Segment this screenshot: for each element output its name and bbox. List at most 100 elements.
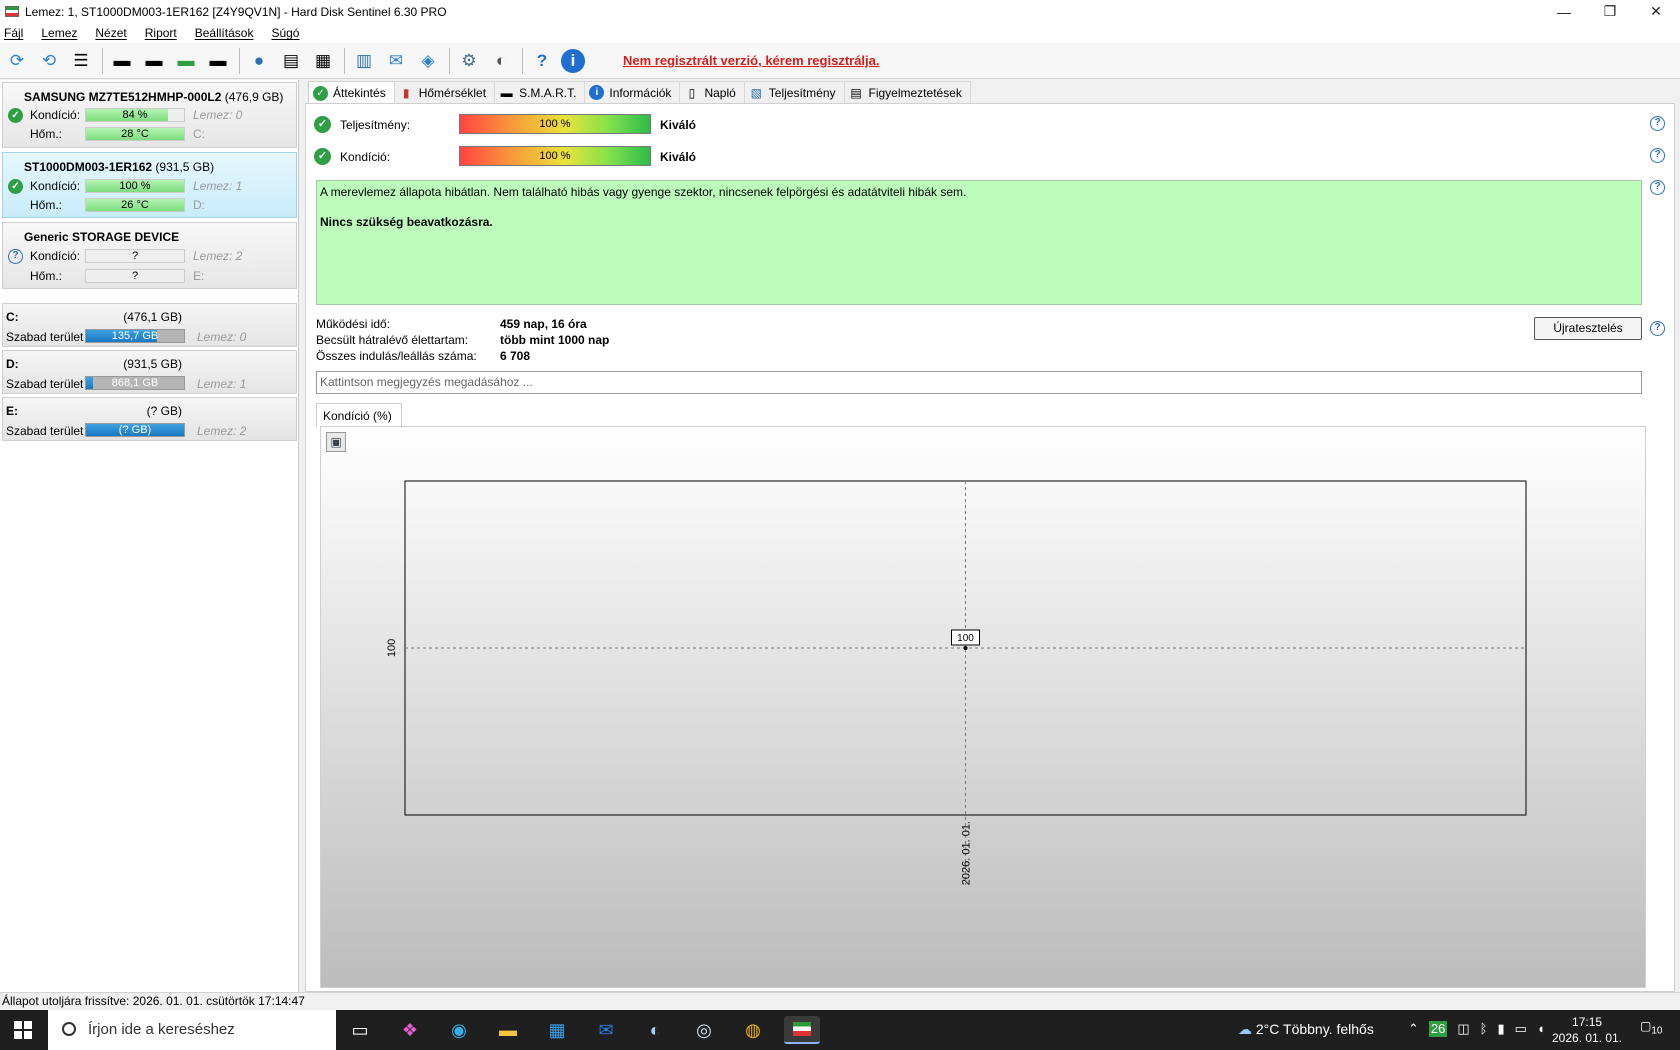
volume-item-e[interactable]: E: (? GB) Szabad terület (? GB) Lemez: 2	[2, 397, 297, 441]
alerts-icon: ▤	[850, 85, 862, 100]
menu-settings[interactable]: Beállítások	[195, 26, 254, 40]
tab-performance[interactable]: ▧ Teljesítmény	[743, 81, 845, 103]
status-text: A merevlemez állapota hibátlan. Nem talá…	[320, 185, 967, 199]
condition-label: Kondíció:	[30, 179, 81, 193]
minimize-button[interactable]: —	[1541, 0, 1587, 23]
disk-item-1[interactable]: ST1000DM003-1ER162 (931,5 GB) ✓ Kondíció…	[2, 152, 297, 218]
help-icon[interactable]: ?	[1650, 116, 1665, 131]
network-icon[interactable]: ▦	[310, 48, 336, 74]
disk-ok-icon[interactable]: ▬	[173, 48, 199, 74]
tab-temperature[interactable]: ▮ Hőmérséklet	[393, 81, 496, 103]
tab-log[interactable]: ▯ Napló	[679, 81, 745, 103]
camera-icon[interactable]: ◫	[1457, 1021, 1469, 1037]
sound-icon[interactable]: ◐	[488, 48, 514, 74]
menu-disk[interactable]: Lemez	[41, 26, 77, 40]
task-view-icon[interactable]: ▭	[342, 1016, 378, 1044]
retest-button[interactable]: Újratesztelés	[1534, 317, 1642, 340]
refresh-icon[interactable]: ⟳	[4, 48, 30, 74]
send-icon[interactable]: ◈	[415, 48, 441, 74]
disk-list-icon[interactable]: ☰	[68, 48, 94, 74]
data-point	[963, 646, 968, 650]
weather-widget[interactable]: ☁ 2°C Többny. felhős	[1238, 1021, 1374, 1038]
app-icon	[5, 6, 19, 17]
disk-test-icon[interactable]: ▬	[109, 48, 135, 74]
starts-value: 6 708	[500, 349, 531, 363]
notification-icon[interactable]: ▢10	[1640, 1019, 1662, 1041]
temp-bar: 26 °C	[85, 198, 185, 212]
microphone-icon[interactable]: ▮	[1497, 1021, 1504, 1037]
taskbar-search[interactable]: Írjon ide a kereséshez	[48, 1010, 336, 1050]
outlook-icon[interactable]: ✉	[588, 1016, 624, 1044]
network-icon[interactable]: ▭	[1515, 1021, 1527, 1037]
menu-view[interactable]: Nézet	[95, 26, 126, 40]
help-icon[interactable]: ?	[529, 48, 555, 74]
register-link[interactable]: Nem regisztrált verzió, kérem regisztrál…	[623, 53, 880, 68]
report-icon[interactable]: ▥	[351, 48, 377, 74]
store-icon[interactable]: ▦	[539, 1016, 575, 1044]
clock[interactable]: 17:15 2026. 01. 01.	[1552, 1014, 1622, 1046]
note-input[interactable]: Kattintson megjegyzés megadásához ...	[316, 371, 1642, 394]
tab-information[interactable]: i Információk	[584, 81, 681, 103]
file-explorer-icon[interactable]: ▬	[490, 1016, 526, 1044]
windows-start-icon[interactable]	[14, 1021, 32, 1039]
menu-help[interactable]: Súgó	[271, 26, 299, 40]
restore-button[interactable]: ❐	[1587, 0, 1633, 23]
menu-bar: Fájl Lemez Nézet Riport Beállítások Súgó	[0, 23, 1680, 43]
data-label: 100	[957, 633, 974, 644]
disk-size: (476,9 GB)	[224, 90, 284, 104]
copilot-icon[interactable]: ❖	[392, 1016, 428, 1044]
disk-name: SAMSUNG MZ7TE512HMHP-000L2	[24, 90, 222, 104]
printer-icon[interactable]: ▤	[278, 48, 304, 74]
disk-item-2[interactable]: Generic STORAGE DEVICE ? Kondíció: ? Lem…	[2, 222, 297, 289]
condition-label: Kondíció:	[340, 150, 391, 164]
menu-file[interactable]: Fájl	[4, 26, 23, 40]
email-icon[interactable]: ✉	[383, 48, 409, 74]
overview-pane: ✓ Teljesítmény: 100 % Kiváló ? ✓ Kondíci…	[305, 103, 1675, 992]
thermometer-icon: ▮	[402, 85, 410, 100]
unknown-icon: ?	[8, 249, 23, 264]
volume-item-d[interactable]: D: (931,5 GB) Szabad terület 868,1 GB Le…	[2, 350, 297, 394]
chevron-up-icon[interactable]: ⌃	[1408, 1021, 1419, 1037]
tab-smart[interactable]: ▬ S.M.A.R.T.	[494, 81, 586, 103]
disk-search-icon[interactable]: ▬	[205, 48, 231, 74]
steam-icon[interactable]: ◎	[686, 1016, 722, 1044]
info-icon: i	[589, 85, 605, 100]
refresh-all-icon[interactable]: ⟲	[36, 48, 62, 74]
hdsentinel-taskbar-icon[interactable]	[784, 1016, 820, 1044]
disk-number: Lemez: 1	[197, 377, 247, 391]
disk-name: ST1000DM003-1ER162	[24, 160, 153, 174]
volume-size: (476,1 GB)	[123, 310, 182, 324]
uptime-label: Működési idő:	[316, 317, 391, 331]
system-tray: ⌃ 26 ◫ ᛒ ▮ ▭ ◖	[1408, 1021, 1545, 1037]
gear-icon[interactable]: ⚙	[456, 48, 482, 74]
speaker-icon[interactable]: ◖	[1537, 1021, 1545, 1037]
condition-rating: Kiváló	[660, 150, 697, 164]
lifetime-value: több mint 1000 nap	[500, 333, 610, 347]
globe-icon[interactable]: ●	[246, 48, 272, 74]
tab-condition-chart[interactable]: Kondíció (%)	[316, 403, 402, 427]
condition-bar: ?	[85, 249, 185, 263]
close-button[interactable]: ✕	[1633, 0, 1679, 23]
disk-item-0[interactable]: SAMSUNG MZ7TE512HMHP-000L2 (476,9 GB) ✓ …	[2, 82, 297, 148]
menu-report[interactable]: Riport	[145, 26, 177, 40]
temp-label: Hőm.:	[30, 198, 63, 212]
bluetooth-icon[interactable]: ᛒ	[1480, 1021, 1488, 1037]
tab-alerts[interactable]: ▤ Figyelmeztetések	[843, 81, 971, 103]
volume-letter: C:	[6, 310, 19, 324]
help-icon[interactable]: ?	[1650, 148, 1665, 163]
info-icon[interactable]: i	[561, 48, 585, 73]
hdsentinel-tray-badge[interactable]: 26	[1428, 1021, 1448, 1037]
chrome-icon[interactable]: ◍	[735, 1016, 771, 1044]
help-icon[interactable]: ?	[1650, 321, 1665, 336]
app-icon-blue[interactable]: ◐	[637, 1016, 673, 1044]
disk-schedule-icon[interactable]: ▬	[141, 48, 167, 74]
edge-icon[interactable]: ◉	[441, 1016, 477, 1044]
cloud-icon: ☁	[1238, 1021, 1252, 1037]
volume-size: (931,5 GB)	[123, 357, 182, 371]
help-icon[interactable]: ?	[1650, 180, 1665, 195]
volume-item-c[interactable]: C: (476,1 GB) Szabad terület 135,7 GB Le…	[2, 303, 297, 347]
taskbar: Írjon ide a kereséshez ▭ ❖ ◉ ▬ ▦ ✉ ◐ ◎ ◍…	[0, 1010, 1680, 1050]
temp-label: Hőm.:	[30, 269, 63, 283]
condition-bar: 84 %	[85, 108, 185, 122]
tab-overview[interactable]: ✓ Áttekintés	[308, 81, 395, 104]
